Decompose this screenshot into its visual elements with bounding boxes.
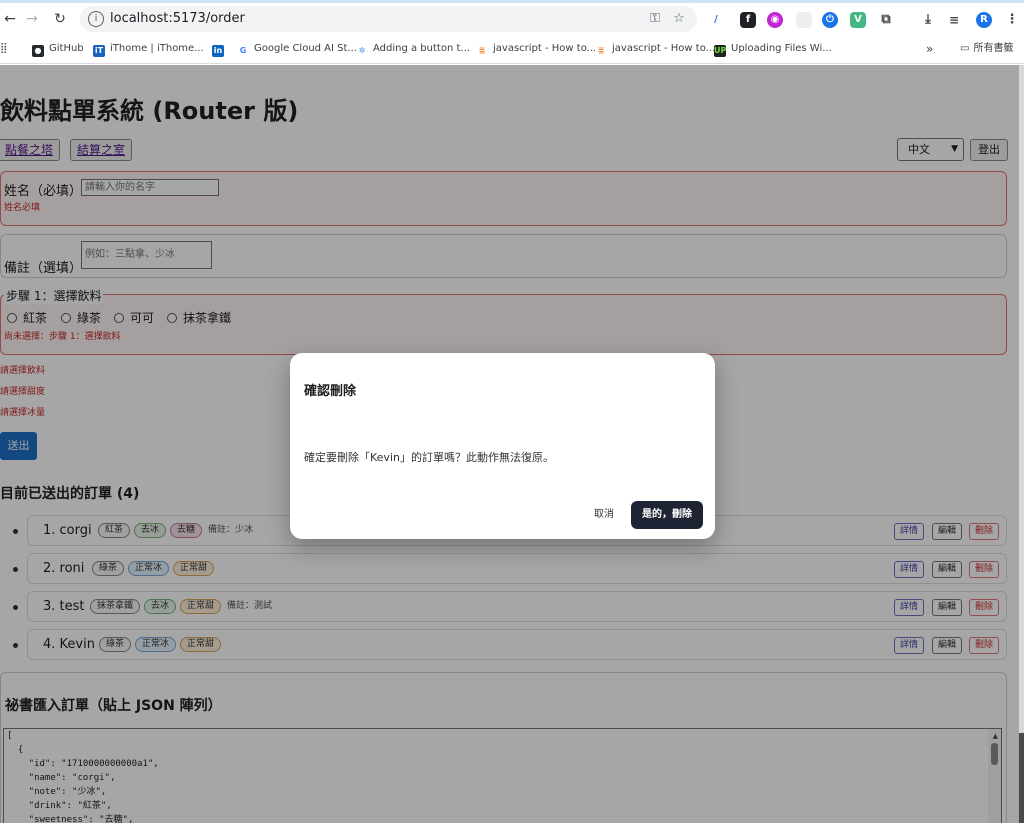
confirm-delete-button[interactable]: 是的，刪除 (631, 501, 703, 529)
extension-circle-icon[interactable]: ◉ (767, 12, 783, 28)
extensions-puzzle-icon[interactable]: ⧉ (878, 12, 894, 28)
puzzle-icon: ✲ (356, 45, 368, 57)
folder-icon: ▭ (960, 43, 970, 54)
browser-chrome: ← → ↻ i localhost:5173/order ⚿ ☆ / f ◉ ⏻… (0, 0, 1024, 64)
extension-pen-icon[interactable]: / (708, 12, 724, 28)
bookmark-ithome[interactable]: iT iThome | iThome... (93, 40, 204, 58)
site-info-icon[interactable]: i (88, 11, 104, 27)
apps-grid-icon[interactable]: ⣿ (0, 40, 7, 58)
linkedin-icon: in (212, 45, 224, 57)
bookmark-google-cloud[interactable]: G Google Cloud AI St... (237, 40, 357, 58)
browser-toolbar: ← → ↻ i localhost:5173/order ⚿ ☆ / f ◉ ⏻… (0, 4, 1024, 34)
ithome-icon: iT (93, 45, 105, 57)
bookmark-github[interactable]: ● GitHub (32, 40, 84, 58)
download-icon[interactable]: ⤓ (920, 12, 936, 28)
bookmark-uploading-files[interactable]: UP Uploading Files Wi... (714, 40, 832, 58)
vue-devtools-icon[interactable]: V (850, 12, 866, 28)
forward-arrow-icon[interactable]: → (22, 9, 42, 29)
extension-blank-icon[interactable] (796, 12, 812, 28)
upwork-icon: UP (714, 45, 727, 57)
bookmark-linkedin[interactable]: in (212, 40, 229, 58)
extension-fx-icon[interactable]: f (740, 12, 756, 28)
reload-icon[interactable]: ↻ (50, 9, 70, 29)
cancel-button[interactable]: 取消 (586, 503, 622, 527)
bookmark-javascript-2[interactable]: ≣ javascript - How to... (595, 40, 715, 58)
tab-strip-edge (0, 0, 1024, 3)
dialog-title: 確認刪除 (304, 384, 357, 399)
stackoverflow-icon: ≣ (476, 45, 488, 57)
google-icon: G (237, 45, 249, 57)
extension-power-icon[interactable]: ⏻ (822, 12, 838, 28)
github-icon: ● (32, 45, 44, 57)
bookmarks-bar: ⣿ ● GitHub iT iThome | iThome... in G Googl… (0, 36, 1024, 62)
all-bookmarks-folder[interactable]: ▭ 所有書籤 (960, 40, 1013, 58)
page-scrollbar[interactable] (1019, 65, 1024, 823)
bookmarks-overflow-icon[interactable]: » (926, 40, 933, 58)
address-url[interactable]: localhost:5173/order (110, 11, 245, 26)
page-scroll-thumb[interactable] (1019, 65, 1024, 733)
bookmark-adding-button[interactable]: ✲ Adding a button t... (356, 40, 470, 58)
dialog-message: 確定要刪除「Kevin」的訂單嗎？此動作無法復原。 (304, 451, 554, 464)
profile-avatar[interactable]: R (976, 12, 992, 28)
media-queue-icon[interactable]: ≡ (946, 12, 962, 28)
address-bar[interactable]: i localhost:5173/order ⚿ ☆ (80, 6, 697, 32)
browser-menu-icon[interactable]: ⋮ (1004, 12, 1020, 28)
confirm-delete-dialog: 確認刪除 確定要刪除「Kevin」的訂單嗎？此動作無法復原。 取消 是的，刪除 (290, 353, 715, 539)
star-icon[interactable]: ☆ (670, 10, 688, 28)
stackoverflow-icon: ≣ (595, 45, 607, 57)
back-arrow-icon[interactable]: ← (0, 9, 20, 29)
bookmark-javascript-1[interactable]: ≣ javascript - How to... (476, 40, 596, 58)
key-icon[interactable]: ⚿ (646, 10, 664, 28)
